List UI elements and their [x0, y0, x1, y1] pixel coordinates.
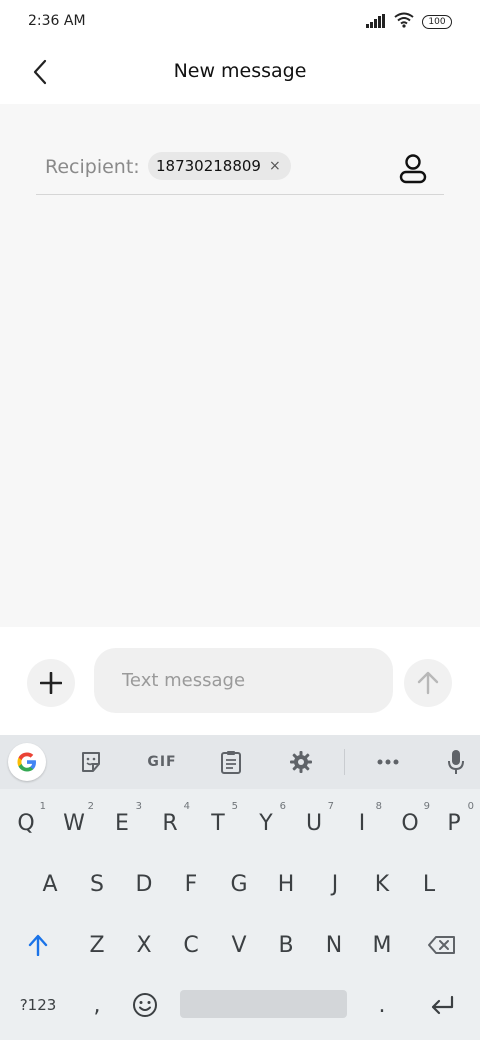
- keyboard: G I F Q 1 W 2 E 3 R 4 T 5 Y 6 U 7 I 8 O 9 …: [0, 735, 480, 1040]
- key-label: Y: [259, 810, 273, 836]
- key-m[interactable]: M: [358, 915, 406, 975]
- clipboard-icon: [221, 751, 241, 774]
- enter-key[interactable]: [414, 975, 470, 1035]
- key-hint: 1: [39, 801, 46, 812]
- key-o[interactable]: O9: [386, 793, 434, 853]
- key-x[interactable]: X: [120, 915, 168, 975]
- gif-button[interactable]: GIF: [142, 744, 182, 780]
- emoji-key[interactable]: [121, 975, 169, 1035]
- app-header: New message: [0, 44, 480, 104]
- page-title: New message: [173, 60, 307, 82]
- contacts-button[interactable]: [398, 154, 428, 184]
- key-n[interactable]: N: [310, 915, 358, 975]
- key-l[interactable]: L: [405, 854, 453, 914]
- person-icon: [399, 154, 427, 184]
- key-q[interactable]: Q1: [2, 793, 50, 853]
- key-hint: 8: [375, 801, 382, 812]
- key-hint: 0: [467, 801, 474, 812]
- key-u[interactable]: U7: [290, 793, 338, 853]
- more-button[interactable]: [369, 744, 407, 780]
- spacebar-key[interactable]: [180, 990, 347, 1018]
- chip-remove-icon[interactable]: ×: [269, 159, 281, 173]
- clipboard-button[interactable]: [212, 744, 250, 780]
- key-hint: 4: [183, 801, 190, 812]
- key-y[interactable]: Y6: [242, 793, 290, 853]
- key-d[interactable]: D: [120, 854, 168, 914]
- key-f[interactable]: F: [167, 854, 215, 914]
- key-c[interactable]: C: [167, 915, 215, 975]
- key-hint: 3: [135, 801, 142, 812]
- key-h[interactable]: H: [262, 854, 310, 914]
- toolbar-divider: [344, 749, 345, 775]
- arrow-up-icon: [417, 671, 439, 695]
- recipient-label: Recipient:: [45, 156, 140, 178]
- emoji-icon: [133, 993, 157, 1017]
- key-hint: 2: [87, 801, 94, 812]
- key-label: I: [358, 810, 366, 836]
- plus-icon: [40, 672, 62, 694]
- enter-arrow-icon: [431, 995, 454, 1015]
- key-b[interactable]: B: [262, 915, 310, 975]
- shift-key[interactable]: [10, 915, 66, 975]
- battery-icon: 100: [422, 15, 452, 29]
- key-label: P: [447, 810, 461, 836]
- key-label: E: [115, 810, 129, 836]
- key-label: U: [305, 810, 323, 836]
- key-hint: 5: [231, 801, 238, 812]
- key-a[interactable]: A: [26, 854, 74, 914]
- key-e[interactable]: E3: [98, 793, 146, 853]
- symbols-key[interactable]: ?123: [8, 975, 68, 1035]
- key-t[interactable]: T5: [194, 793, 242, 853]
- key-p[interactable]: P0: [430, 793, 478, 853]
- backspace-icon: [428, 936, 455, 954]
- key-label: R: [162, 810, 178, 836]
- gif-label: GIF: [147, 754, 177, 770]
- key-z[interactable]: Z: [73, 915, 121, 975]
- recipient-field[interactable]: Recipient: 18730218809 ×: [36, 140, 444, 195]
- key-k[interactable]: K: [358, 854, 406, 914]
- wifi-icon: [394, 12, 414, 32]
- key-label: O: [401, 810, 419, 836]
- comma-key[interactable]: ,: [74, 975, 120, 1035]
- key-hint: 6: [279, 801, 286, 812]
- key-label: T: [211, 810, 225, 836]
- google-button[interactable]: [8, 743, 46, 781]
- recipient-chip-number: 18730218809: [156, 157, 261, 175]
- key-row-2: A S D F G H J K L: [0, 854, 480, 914]
- conversation-area: Recipient: 18730218809 ×: [0, 104, 480, 627]
- key-i[interactable]: I8: [338, 793, 386, 853]
- compose-bar: [0, 627, 480, 735]
- key-g[interactable]: G: [215, 854, 263, 914]
- microphone-icon: [448, 750, 464, 774]
- key-w[interactable]: W2: [50, 793, 98, 853]
- settings-button[interactable]: [282, 744, 320, 780]
- key-v[interactable]: V: [215, 915, 263, 975]
- backspace-key[interactable]: [414, 915, 470, 975]
- key-row-1: Q1 W2 E3 R4 T5 Y6 U7 I8 O9 P0: [0, 793, 480, 853]
- google-icon: [17, 752, 36, 772]
- attach-button[interactable]: [27, 659, 75, 707]
- status-icons: 100: [366, 12, 452, 32]
- status-bar: 2:36 AM 100: [0, 0, 480, 44]
- key-hint: 7: [327, 801, 334, 812]
- voice-button[interactable]: [437, 744, 475, 780]
- key-r[interactable]: R4: [146, 793, 194, 853]
- key-row-3: Z X C V B N M: [0, 915, 480, 975]
- gear-icon: [290, 751, 312, 773]
- key-s[interactable]: S: [73, 854, 121, 914]
- signal-icon: [366, 13, 386, 32]
- keyboard-toolbar: GIF: [0, 735, 480, 789]
- shift-arrow-icon: [28, 934, 48, 956]
- period-key[interactable]: .: [358, 975, 406, 1035]
- send-button[interactable]: [404, 659, 452, 707]
- message-input[interactable]: [94, 648, 393, 713]
- key-j[interactable]: J: [311, 854, 359, 914]
- status-time: 2:36 AM: [28, 13, 86, 29]
- recipient-chip[interactable]: 18730218809 ×: [148, 152, 291, 180]
- sticker-button[interactable]: [72, 744, 110, 780]
- key-label: W: [63, 810, 85, 836]
- key-label: Q: [17, 810, 35, 836]
- sticker-icon: [82, 752, 100, 772]
- more-horizontal-icon: [377, 759, 399, 765]
